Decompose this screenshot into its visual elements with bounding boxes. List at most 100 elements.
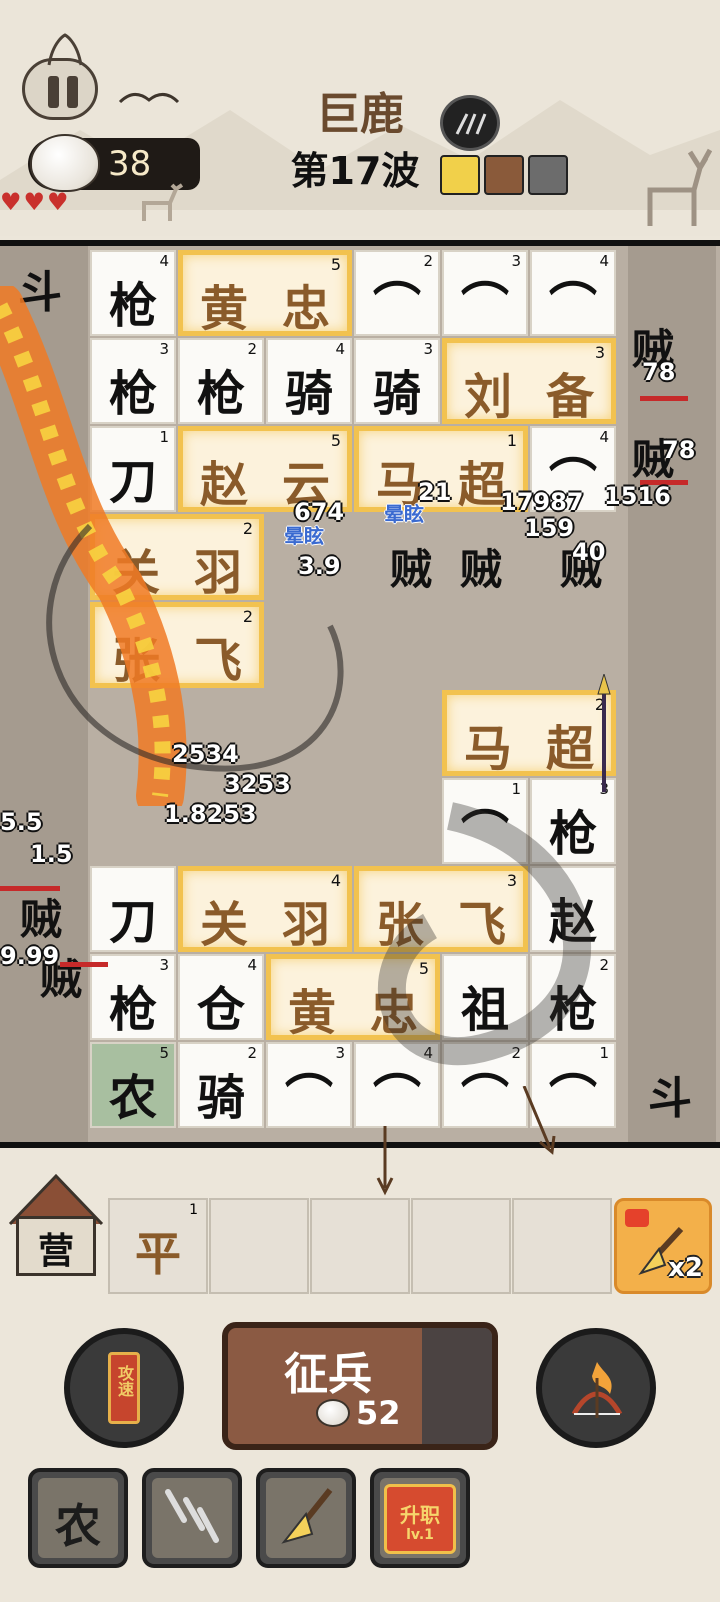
damage-number: 17987 [500, 488, 584, 516]
farm-skill-label: 农 [55, 1499, 101, 1553]
attack-speed-token-icon: 攻速 [108, 1352, 140, 1424]
bandit-enemy: 贼 [390, 545, 433, 594]
shovel-icon [281, 1488, 333, 1544]
stun-status-text: 晕眩 [384, 502, 424, 526]
unit-tile[interactable]: 枪2 [178, 338, 264, 424]
shovel-buff-icon[interactable] [440, 155, 480, 195]
unit-level: 4 [335, 340, 345, 358]
unit-level: 4 [599, 428, 609, 446]
claw-icon [165, 1489, 219, 1543]
promote-label: 升职 [400, 1503, 440, 1527]
hero-name: 黄忠 [183, 269, 347, 339]
promote-skill-button[interactable]: 升职 lv.1 [370, 1468, 470, 1568]
fire-bow-button[interactable] [536, 1328, 656, 1448]
bench-slot[interactable] [310, 1198, 410, 1294]
recruit-label: 征兵 [284, 1349, 372, 1400]
claw-buff-icon[interactable] [528, 155, 568, 195]
hero-level: 3 [594, 343, 605, 362]
unit-level: 4 [599, 252, 609, 270]
damage-number: 159 [524, 514, 575, 542]
hero-name-char: 刘 [463, 369, 512, 425]
rice-icon [30, 134, 100, 192]
unit-glyph: 枪 [196, 366, 245, 422]
damage-number: 1.8253 [164, 800, 257, 828]
unit-tile[interactable]: 骑4 [266, 338, 352, 424]
bench-slot[interactable] [411, 1198, 511, 1294]
attack-speed-button[interactable]: 攻速 [64, 1328, 184, 1448]
enemy-hp-label: 78 [642, 358, 676, 386]
hero-name-char: 忠 [281, 281, 330, 337]
damage-number: 3253 [224, 770, 291, 798]
unit-tile[interactable]: 骑3 [354, 338, 440, 424]
unit-level: 2 [423, 252, 433, 270]
hero-card[interactable]: 黄忠5 [178, 250, 352, 339]
recruit-button[interactable]: 征兵 52 [222, 1322, 498, 1450]
enemy-hp-bar [60, 962, 108, 967]
bench-slot-level: 1 [189, 1202, 198, 1218]
unit-level: 3 [511, 252, 521, 270]
pause-bar-icon [48, 76, 59, 108]
hero-name-char: 黄 [199, 281, 248, 337]
damage-number: 3.9 [298, 552, 341, 580]
recruit-button-shade [422, 1328, 492, 1444]
unit-glyph: ⌒ [372, 278, 421, 334]
deer-icon [647, 148, 712, 226]
bench-slot[interactable]: 平 1 [108, 1198, 208, 1294]
hero-name-char: 备 [545, 369, 594, 425]
hero-level: 5 [330, 255, 341, 274]
enemy-hp-label: 78 [662, 436, 696, 464]
pause-bar-icon [67, 76, 78, 108]
bandit-enemy: 贼 [20, 895, 63, 944]
bench-slot[interactable] [512, 1198, 612, 1294]
spear-projectile-icon [597, 674, 611, 792]
promote-level: lv.1 [406, 1527, 434, 1543]
shovel-skill-button[interactable] [256, 1468, 356, 1568]
heart-icon: ♥ [0, 188, 22, 216]
top-hud: 38 ♥ ♥ ♥ 巨鹿 第17波 [0, 0, 720, 236]
damage-number: 40 [572, 538, 606, 566]
stomach-buff-icon[interactable] [484, 155, 524, 195]
bench-slot-unit: 平 [135, 1227, 181, 1281]
camp-button[interactable]: 营 [6, 1172, 106, 1284]
damage-number: 2534 [172, 740, 239, 768]
enemy-hp-bar [640, 396, 688, 401]
battlefield: 斗 斗 枪4⌒2⌒3⌒4枪3枪2骑4骑3刀1⌒4⌒1枪3刀赵枪3仓4祖枪2农5骑… [0, 240, 720, 1196]
heart-icon: ♥ [47, 188, 69, 216]
claw-icon [455, 113, 487, 135]
recruit-cost-value: 52 [356, 1394, 401, 1432]
heart-icon: ♥ [23, 188, 46, 216]
boss-emblem-icon[interactable] [440, 95, 500, 151]
buff-list [440, 155, 568, 195]
bird-icon [118, 93, 180, 104]
unit-glyph: 骑 [372, 366, 421, 422]
pause-button[interactable] [22, 33, 98, 120]
unit-tile[interactable]: ⌒ 3 [442, 250, 528, 336]
hero-level: 1 [506, 431, 517, 450]
unit-glyph: ⌒ [548, 278, 597, 334]
damage-number: 1.5 [30, 840, 73, 868]
shovel-ad-button[interactable]: x2 [614, 1198, 712, 1294]
hero-card[interactable]: 刘备3 [442, 338, 616, 427]
player-lives: ♥ ♥ ♥ [0, 190, 69, 214]
unit-tile[interactable]: ⌒ 2 [354, 250, 440, 336]
unit-glyph: 骑 [284, 366, 333, 422]
bench-row: 营 平 1 x2 [0, 1158, 720, 1298]
recruit-cost: 52 [316, 1394, 401, 1432]
enemy-hp-bar [0, 886, 60, 891]
deer-icon [142, 183, 184, 221]
farm-skill-button[interactable]: 农 [28, 1468, 128, 1568]
bench-slots: 平 1 [108, 1198, 613, 1294]
damage-number: 5.5 [0, 808, 43, 836]
unit-tile[interactable]: ⌒ 4 [530, 250, 616, 336]
hero-name: 刘备 [447, 357, 611, 427]
unit-level: 3 [423, 340, 433, 358]
damage-number: 1516 [604, 482, 671, 510]
bench-slot[interactable] [209, 1198, 309, 1294]
boss-name: 巨鹿 [316, 89, 404, 140]
rice-icon [316, 1399, 350, 1427]
camp-label: 营 [37, 1231, 74, 1272]
promote-scroll-icon: 升职 lv.1 [384, 1484, 456, 1554]
damage-number: 9.99 [0, 942, 60, 970]
wing-icon [47, 33, 83, 66]
claw-skill-button[interactable] [142, 1468, 242, 1568]
